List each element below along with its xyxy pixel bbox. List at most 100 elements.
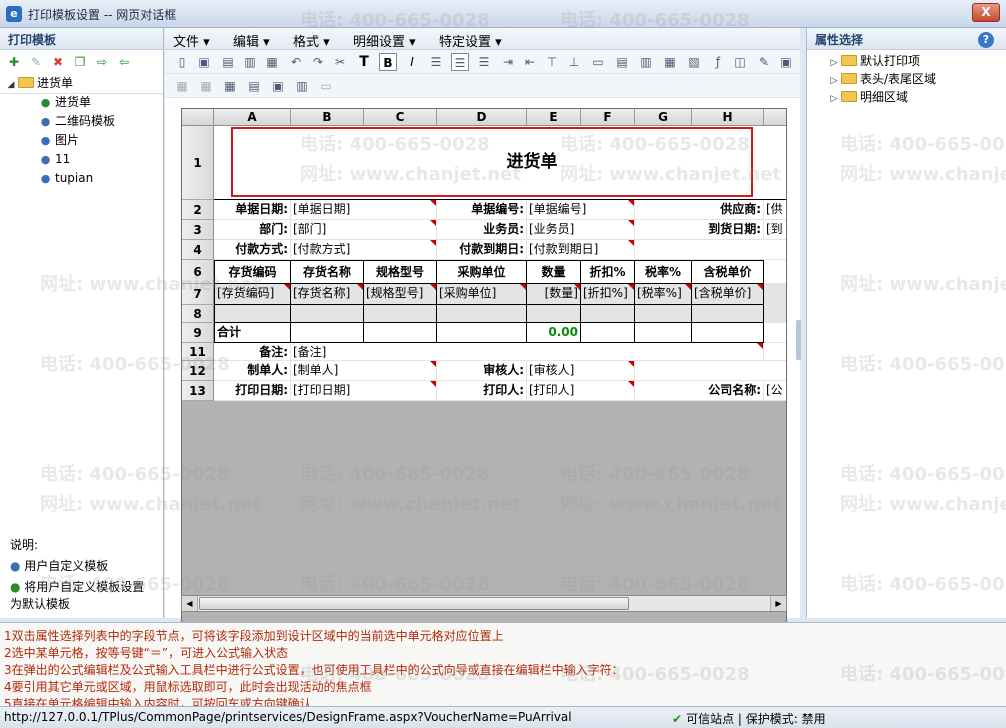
menu-format[interactable]: 格式 ▾ xyxy=(293,31,330,50)
detail-header-price[interactable]: 含税单价 xyxy=(692,260,764,284)
cell-label-number[interactable]: 单据编号: xyxy=(437,200,527,220)
row-header-2[interactable]: 2 xyxy=(182,200,214,220)
picture-icon[interactable]: ▣ xyxy=(269,77,287,95)
image-icon[interactable]: ▣ xyxy=(777,53,795,71)
detail-header-discount[interactable]: 折扣% xyxy=(581,260,635,284)
align-center-icon[interactable]: ☰ xyxy=(451,53,469,71)
menu-file[interactable]: 文件 ▾ xyxy=(173,31,210,50)
cell-label-arrival-date[interactable]: 到货日期: xyxy=(635,220,764,240)
cell-empty[interactable] xyxy=(527,305,581,323)
menu-detail-settings[interactable]: 明细设置 ▾ xyxy=(353,31,416,50)
preview-icon[interactable]: ▤ xyxy=(219,53,237,71)
property-tree-header-footer[interactable]: ▷ 表头/表尾区域 xyxy=(829,70,937,89)
cell-empty[interactable] xyxy=(581,323,635,343)
cell-field-dept[interactable]: [部门] xyxy=(291,220,437,240)
cell-empty[interactable] xyxy=(364,323,437,343)
help-icon[interactable]: ? xyxy=(978,32,994,48)
col-header-h[interactable]: H xyxy=(692,109,764,126)
close-button[interactable]: X xyxy=(972,3,1000,22)
cell-empty[interactable] xyxy=(764,343,786,361)
cell-label-remark[interactable]: 备注: xyxy=(214,343,291,361)
detail-header-name[interactable]: 存货名称 xyxy=(291,260,364,284)
row-header-9[interactable]: 9 xyxy=(182,323,214,343)
cell-empty[interactable] xyxy=(291,305,364,323)
property-tree-detail[interactable]: ▷ 明细区域 xyxy=(829,88,908,107)
cell-field-supplier[interactable]: [供 xyxy=(764,200,786,220)
cell-label-printer[interactable]: 打印人: xyxy=(437,381,527,401)
cell-label-payment[interactable]: 付款方式: xyxy=(214,240,291,260)
col-header-c[interactable]: C xyxy=(364,109,437,126)
font-icon[interactable]: T xyxy=(355,53,373,71)
import-icon[interactable]: ⇦ xyxy=(116,54,132,70)
redo-icon[interactable]: ↷ xyxy=(309,53,327,71)
tree-item-tupian[interactable]: ● tupian xyxy=(38,169,94,188)
col-header-a[interactable]: A xyxy=(214,109,291,126)
cell-empty[interactable] xyxy=(635,361,786,381)
chart-icon[interactable]: ◫ xyxy=(731,53,749,71)
print-setup-icon[interactable]: ▦ xyxy=(263,53,281,71)
new-page-icon[interactable]: ▯ xyxy=(173,53,191,71)
cell-field-due-date[interactable]: [付款到期日] xyxy=(527,240,635,260)
valign-bottom-icon[interactable]: ⊥ xyxy=(565,53,583,71)
cell-empty[interactable] xyxy=(764,260,786,284)
cell-field-printer[interactable]: [打印人] xyxy=(527,381,635,401)
valign-top-icon[interactable]: ⊤ xyxy=(543,53,561,71)
copy-icon[interactable]: ❐ xyxy=(72,54,88,70)
scroll-right-icon[interactable]: ▶ xyxy=(770,596,786,611)
cell-label-supplier[interactable]: 供应商: xyxy=(635,200,764,220)
cell-field-maker[interactable]: [制单人] xyxy=(291,361,437,381)
cell-field-salesman[interactable]: [业务员] xyxy=(527,220,635,240)
grid-corner[interactable] xyxy=(182,109,214,126)
cell-field-print-date[interactable]: [打印日期] xyxy=(291,381,437,401)
cell-empty[interactable] xyxy=(214,305,291,323)
brush-icon[interactable]: ✎ xyxy=(755,53,773,71)
cell-field-remark[interactable]: [备注] xyxy=(291,343,764,361)
cell-field-company[interactable]: [公 xyxy=(764,381,786,401)
cell-empty[interactable] xyxy=(581,305,635,323)
cell-field-payment[interactable]: [付款方式] xyxy=(291,240,437,260)
cell-empty[interactable] xyxy=(437,305,527,323)
menu-special-settings[interactable]: 特定设置 ▾ xyxy=(439,31,502,50)
cell-label-company[interactable]: 公司名称: xyxy=(635,381,764,401)
italic-icon[interactable]: I xyxy=(403,53,421,71)
delete-col-icon[interactable]: ▧ xyxy=(685,53,703,71)
row-header-13[interactable]: 13 xyxy=(182,381,214,401)
cell-label-dept[interactable]: 部门: xyxy=(214,220,291,240)
detail-field-name[interactable]: [存货名称] xyxy=(291,284,364,305)
row-header-6[interactable]: 6 xyxy=(182,260,214,284)
insert-col-icon[interactable]: ▥ xyxy=(637,53,655,71)
delete-row-icon[interactable]: ▦ xyxy=(661,53,679,71)
cell-field-date[interactable]: [单据日期] xyxy=(291,200,437,220)
detail-header-qty[interactable]: 数量 xyxy=(527,260,581,284)
outdent-icon[interactable]: ⇤ xyxy=(521,53,539,71)
right-splitter[interactable] xyxy=(796,320,801,360)
row-header-4[interactable]: 4 xyxy=(182,240,214,260)
tree-item-qrcode[interactable]: ● 二维码模板 xyxy=(38,112,115,131)
cell-empty[interactable] xyxy=(635,323,692,343)
col-header-f[interactable]: F xyxy=(581,109,635,126)
row-header-12[interactable]: 12 xyxy=(182,361,214,381)
total-qty[interactable]: 0.00 xyxy=(527,323,581,343)
collapse-icon[interactable]: ◢ xyxy=(6,76,16,95)
cell-field-arrival-date[interactable]: [到 xyxy=(764,220,786,240)
cell-empty[interactable] xyxy=(635,240,786,260)
detail-field-qty[interactable]: [数量] xyxy=(527,284,581,305)
tree-item-11[interactable]: ● 11 xyxy=(38,150,71,169)
scroll-thumb[interactable] xyxy=(199,597,629,610)
detail-field-unit[interactable]: [采购单位] xyxy=(437,284,527,305)
detail-header-code[interactable]: 存货编码 xyxy=(214,260,291,284)
indent-icon[interactable]: ⇥ xyxy=(499,53,517,71)
cell-field-number[interactable]: [单据编号] xyxy=(527,200,635,220)
detail-header-spec[interactable]: 规格型号 xyxy=(364,260,437,284)
scroll-left-icon[interactable]: ◀ xyxy=(182,596,198,611)
bold-icon[interactable]: B xyxy=(379,53,397,71)
table-icon[interactable]: ▦ xyxy=(221,77,239,95)
save-icon[interactable]: ▣ xyxy=(195,53,213,71)
tree-root[interactable]: ◢ 进货单 xyxy=(6,74,73,93)
detail-header-tax[interactable]: 税率% xyxy=(635,260,692,284)
row-header-8[interactable]: 8 xyxy=(182,305,214,323)
security-zone[interactable]: ✔ 可信站点 | 保护模式: 禁用 xyxy=(672,710,826,727)
menu-edit[interactable]: 编辑 ▾ xyxy=(233,31,270,50)
formula-icon[interactable]: ƒ xyxy=(709,53,727,71)
col-header-b[interactable]: B xyxy=(291,109,364,126)
